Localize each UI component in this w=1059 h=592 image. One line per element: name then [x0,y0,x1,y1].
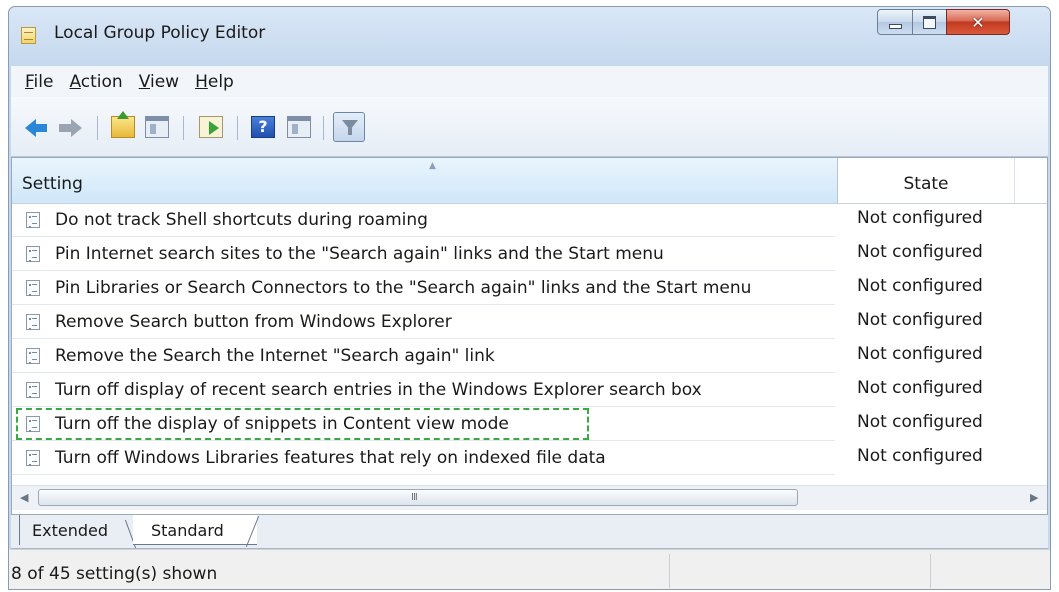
status-text: 8 of 45 setting(s) shown [11,564,218,584]
filter-icon[interactable] [333,112,365,142]
scroll-left-arrow-icon[interactable]: ◀ [20,491,28,504]
column-header-setting-label: Setting [22,174,83,194]
setting-state: Not configured [857,208,983,228]
toolbar-separator [183,116,184,140]
setting-state: Not configured [857,412,983,432]
setting-name: Remove the Search the Internet "Search a… [55,346,495,366]
view-tabs: Extended Standard [11,515,1048,549]
setting-name: Pin Libraries or Search Connectors to th… [55,278,752,298]
menu-view[interactable]: View [139,72,179,92]
toolbar-separator [237,116,238,140]
policy-setting-icon [26,348,40,364]
scrollbar-thumb[interactable]: III [38,489,798,506]
status-bar: 8 of 45 setting(s) shown [9,549,1050,589]
setting-state: Not configured [857,378,983,398]
close-icon: ✕ [971,12,985,32]
tab-standard-label: Standard [151,521,224,540]
setting-cell: Do not track Shell shortcuts during roam… [12,204,835,237]
setting-cell: Pin Libraries or Search Connectors to th… [12,272,835,305]
menu-bar: File Action View Help [11,66,1048,97]
close-button[interactable]: ✕ [946,9,1010,35]
policy-editor-app-icon [21,27,36,44]
setting-state: Not configured [857,344,983,364]
setting-name: Do not track Shell shortcuts during roam… [55,210,428,230]
highlight-annotation-box [16,408,589,440]
scrollbar-grip-icon: III [411,492,418,503]
tab-extended-label: Extended [32,521,108,540]
policy-setting-icon [26,314,40,330]
policy-setting-icon [26,212,40,228]
table-row[interactable]: Remove the Search the Internet "Search a… [12,340,1047,374]
policy-setting-icon [26,382,40,398]
up-folder-icon[interactable] [111,111,135,138]
setting-state: Not configured [857,310,983,330]
maximize-icon [923,15,936,29]
toolbar-separator [97,116,98,140]
column-header-state[interactable]: State [838,158,1015,203]
tab-standard[interactable]: Standard [133,515,257,545]
list-header: ▲ Setting State [12,158,1047,204]
policy-setting-icon [26,450,40,466]
table-row[interactable]: Pin Libraries or Search Connectors to th… [12,272,1047,306]
column-header-state-label: State [903,174,949,194]
show-hide-pane-icon[interactable] [145,116,169,138]
setting-cell: Remove Search button from Windows Explor… [12,306,835,339]
forward-arrow-icon[interactable] [59,119,83,137]
title-bar[interactable]: Local Group Policy Editor ✕ [9,7,1050,59]
minimize-icon [888,23,902,29]
policy-setting-icon [26,280,40,296]
export-list-icon[interactable] [199,116,223,138]
table-row[interactable]: Turn off display of recent search entrie… [12,374,1047,408]
minimize-button[interactable] [877,9,913,35]
setting-state: Not configured [857,446,983,466]
sort-ascending-icon: ▲ [429,161,436,171]
setting-cell: Turn off display of recent search entrie… [12,374,835,407]
scroll-right-arrow-icon[interactable]: ▶ [1030,491,1038,504]
app-window: Local Group Policy Editor ✕ File Action … [8,6,1051,590]
setting-cell: Turn off Windows Libraries features that… [12,442,835,475]
horizontal-scrollbar[interactable]: ◀ III ▶ [12,485,1047,510]
window-title: Local Group Policy Editor [54,23,266,43]
policy-setting-icon [26,246,40,262]
table-row[interactable]: Turn off Windows Libraries features that… [12,442,1047,476]
menu-action[interactable]: Action [69,72,122,92]
table-row[interactable]: Pin Internet search sites to the "Search… [12,238,1047,272]
action-pane-icon[interactable] [287,116,311,138]
setting-cell: Remove the Search the Internet "Search a… [12,340,835,373]
column-header-setting[interactable]: ▲ Setting [12,158,838,203]
back-arrow-icon[interactable] [25,119,49,137]
setting-state: Not configured [857,242,983,262]
toolbar-separator [323,116,324,140]
tab-extended[interactable]: Extended [19,515,139,545]
setting-name: Pin Internet search sites to the "Search… [55,244,664,264]
setting-name: Turn off Windows Libraries features that… [55,448,606,468]
toolbar: ? [11,97,1048,157]
maximize-button[interactable] [912,9,947,35]
menu-help[interactable]: Help [195,72,234,92]
status-separator [669,554,670,588]
menu-file[interactable]: File [25,72,53,92]
table-body: Do not track Shell shortcuts during roam… [12,204,1047,476]
setting-cell: Pin Internet search sites to the "Search… [12,238,835,271]
table-row[interactable]: Do not track Shell shortcuts during roam… [12,204,1047,238]
help-icon[interactable]: ? [251,116,275,138]
setting-name: Remove Search button from Windows Explor… [55,312,452,332]
status-separator [930,554,931,588]
setting-name: Turn off display of recent search entrie… [55,380,702,400]
setting-state: Not configured [857,276,983,296]
settings-list: ▲ Setting State Do not track Shell short… [11,157,1048,515]
table-row[interactable]: Remove Search button from Windows Explor… [12,306,1047,340]
